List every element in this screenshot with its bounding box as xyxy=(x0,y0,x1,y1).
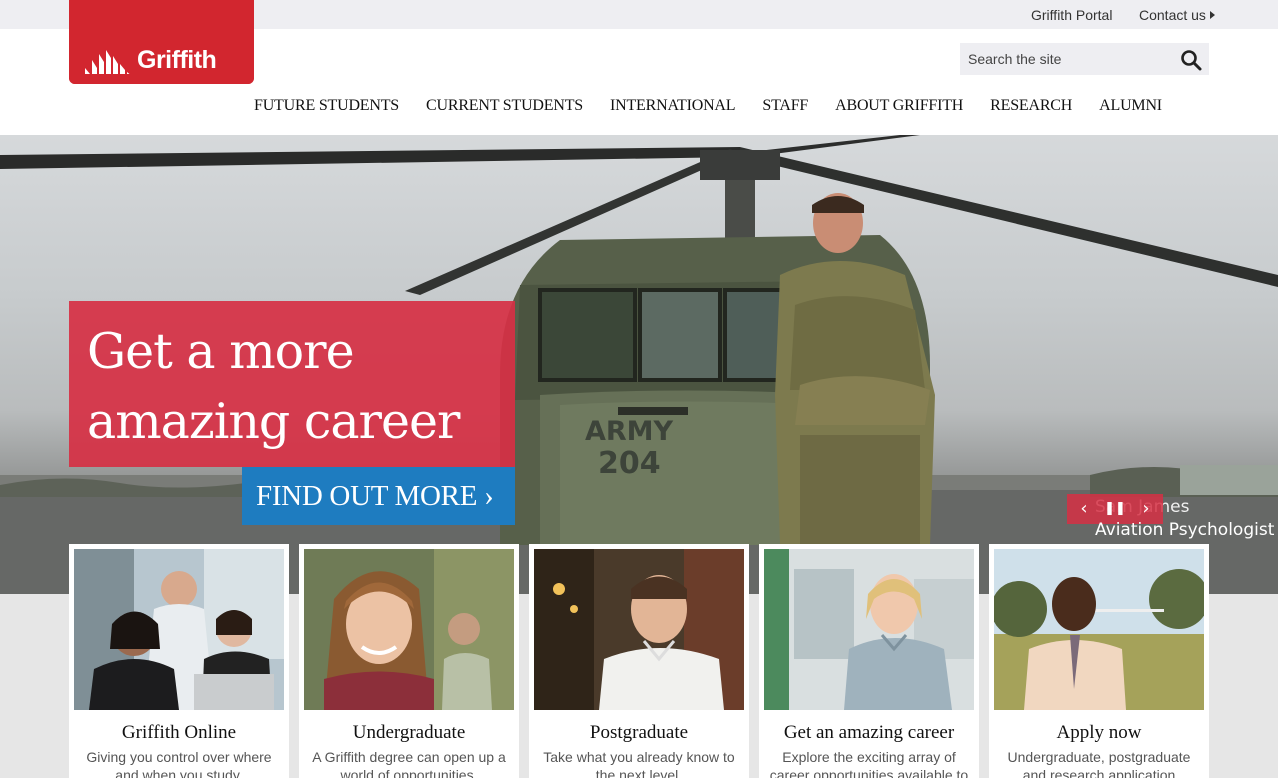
card-amazing-career[interactable]: Get an amazing career Explore the exciti… xyxy=(759,544,979,778)
helicopter-text-number: 204 xyxy=(598,446,661,481)
hero-headline: Get a more amazing career xyxy=(87,317,460,457)
card-photo xyxy=(534,549,744,710)
card-description: Undergraduate, postgraduate and research… xyxy=(1007,749,1191,778)
card-title: Griffith Online xyxy=(121,722,237,743)
search-icon xyxy=(1181,50,1202,71)
nav-future-students[interactable]: FUTURE STUDENTS xyxy=(254,97,399,119)
nav-about-griffith[interactable]: ABOUT GRIFFITH xyxy=(835,97,963,119)
card-griffith-online[interactable]: Griffith Online Giving you control over … xyxy=(69,544,289,778)
contact-us-link[interactable]: Contact us xyxy=(1139,7,1215,23)
card-title: Apply now xyxy=(1056,722,1142,743)
card-postgraduate[interactable]: Postgraduate Take what you already know … xyxy=(529,544,749,778)
card-description: Explore the exciting array of career opp… xyxy=(769,749,969,778)
nav-research[interactable]: RESEARCH xyxy=(990,97,1072,119)
hero-headline-line-1: Get a more xyxy=(87,323,355,380)
nav-staff[interactable]: STAFF xyxy=(762,97,808,119)
hero-banner: ARMY 204 Get a more amazing career FIND … xyxy=(0,135,1278,594)
caret-right-icon xyxy=(1209,11,1215,19)
university-logo[interactable]: Griffith UNIVERSITY xyxy=(69,0,254,84)
card-title: Postgraduate xyxy=(589,722,689,743)
contact-us-label: Contact us xyxy=(1139,7,1206,23)
main-nav: FUTURE STUDENTS CURRENT STUDENTS INTERNA… xyxy=(254,97,1189,119)
hero-headline-line-2: amazing career xyxy=(87,393,460,450)
card-description: Giving you control over where and when y… xyxy=(86,749,272,778)
card-undergraduate[interactable]: Undergraduate A Griffith degree can open… xyxy=(299,544,519,778)
logo-mark-icon xyxy=(85,50,132,84)
card-photo xyxy=(304,549,514,710)
nav-alumni[interactable]: ALUMNI xyxy=(1099,97,1162,119)
nav-current-students[interactable]: CURRENT STUDENTS xyxy=(426,97,583,119)
card-title: Get an amazing career xyxy=(783,722,955,743)
hero-caption-role: Aviation Psychologist xyxy=(1095,520,1275,540)
card-photo xyxy=(764,549,974,710)
hero-headline-box: Get a more amazing career xyxy=(69,301,515,467)
card-photo xyxy=(994,549,1204,710)
helicopter-text-army: ARMY xyxy=(585,416,674,447)
card-photo xyxy=(74,549,284,710)
logo-wordmark: Griffith xyxy=(137,46,217,74)
logo-subtitle: UNIVERSITY xyxy=(137,72,236,85)
nav-international[interactable]: INTERNATIONAL xyxy=(610,97,736,119)
card-description: A Griffith degree can open up a world of… xyxy=(312,749,506,778)
card-description: Take what you already know to the next l… xyxy=(543,749,735,778)
card-title: Undergraduate xyxy=(352,722,466,743)
griffith-portal-link[interactable]: Griffith Portal xyxy=(1031,7,1112,23)
find-out-more-button[interactable]: FIND OUT MORE › xyxy=(242,467,515,525)
site-search xyxy=(960,43,1209,75)
card-apply-now[interactable]: Apply now Undergraduate, postgraduate an… xyxy=(989,544,1209,778)
search-input[interactable] xyxy=(960,43,1170,75)
search-button[interactable] xyxy=(1179,48,1203,72)
